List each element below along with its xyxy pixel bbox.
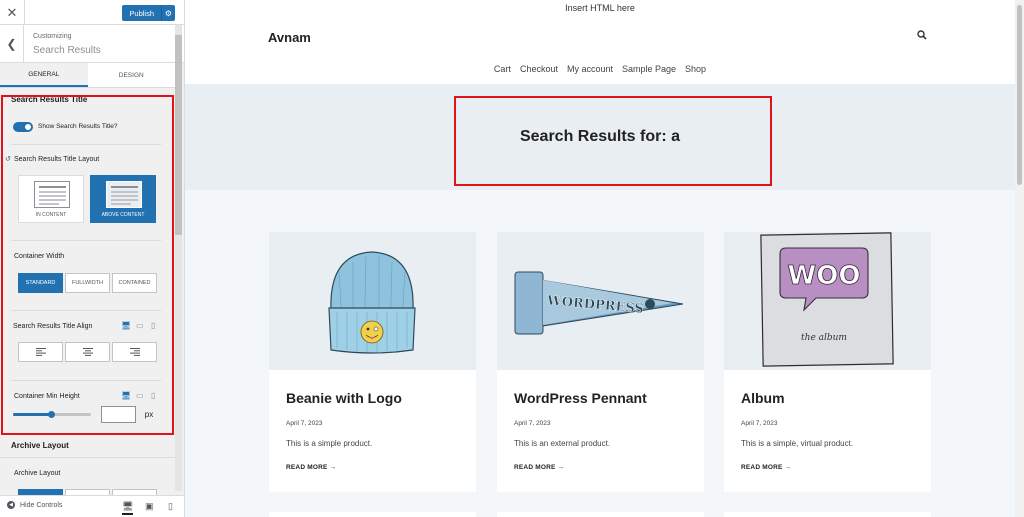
product-card	[497, 512, 704, 517]
hide-controls-label: Hide Controls	[20, 501, 63, 509]
highlight-box	[454, 96, 772, 186]
product-image[interactable]	[269, 232, 476, 370]
sidebar-scroll-thumb[interactable]	[175, 35, 182, 235]
product-excerpt: This is a simple product.	[286, 439, 373, 448]
album-caption: the album	[801, 333, 847, 343]
publish-group: Publish ⚙	[122, 5, 175, 21]
read-more-link[interactable]: READ MORE →	[286, 464, 336, 471]
product-date: April 7, 2023	[514, 420, 551, 427]
divider	[0, 457, 175, 458]
read-more-link[interactable]: READ MORE →	[514, 464, 564, 471]
nav-item-my-account[interactable]: My account	[567, 64, 613, 74]
header-html-block: Insert HTML here	[565, 3, 635, 13]
tab-general[interactable]: General	[0, 63, 88, 87]
highlight-box	[1, 95, 174, 435]
preview-mobile-icon[interactable]: ▯	[168, 501, 173, 512]
site-preview: Insert HTML here Avnam Cart Checkout My …	[185, 0, 1024, 517]
nav-item-checkout[interactable]: Checkout	[520, 64, 558, 74]
product-card	[724, 512, 931, 517]
read-more-link[interactable]: READ MORE →	[741, 464, 791, 471]
site-title[interactable]: Avnam	[268, 30, 311, 45]
chevron-left-icon: ❮	[6, 37, 17, 51]
preview-tablet-icon[interactable]: ▣	[145, 501, 154, 512]
primary-nav: Cart Checkout My account Sample Page Sho…	[185, 64, 1015, 74]
gear-icon: ⚙	[164, 8, 173, 18]
panel-tabs: General Design	[0, 63, 175, 88]
product-title[interactable]: Album	[741, 390, 785, 406]
preview-scrollbar[interactable]	[1015, 0, 1024, 517]
preview-scroll-thumb[interactable]	[1017, 5, 1022, 185]
archive-layout-label: Archive Layout	[14, 470, 61, 477]
customizing-label: Customizing	[33, 33, 72, 40]
archive-layout-heading: Archive Layout	[11, 441, 69, 450]
collapse-arrow-icon: ◀	[7, 501, 15, 509]
nav-item-cart[interactable]: Cart	[494, 64, 511, 74]
section-header: ❮ Customizing Search Results	[0, 25, 184, 63]
customizer-sidebar: ✕ Publish ⚙ ❮ Customizing Search Results…	[0, 0, 185, 517]
product-card: Beanie with Logo April 7, 2023 This is a…	[269, 232, 476, 492]
beanie-image	[328, 251, 416, 354]
product-excerpt: This is an external product.	[514, 439, 611, 448]
product-date: April 7, 2023	[741, 420, 778, 427]
tab-design[interactable]: Design	[88, 63, 176, 87]
product-date: April 7, 2023	[286, 420, 323, 427]
nav-item-sample-page[interactable]: Sample Page	[622, 64, 676, 74]
product-card: WORDPRESS WordPress Pennant April 7, 202…	[497, 232, 704, 492]
nav-item-shop[interactable]: Shop	[685, 64, 706, 74]
album-image: WOO the album	[760, 232, 894, 367]
product-card: WOO the album Album April 7, 2023 This i…	[724, 232, 931, 492]
album-logo-text: WOO	[788, 261, 861, 291]
product-image[interactable]: WORDPRESS	[497, 232, 704, 370]
close-customizer-button[interactable]: ✕	[0, 0, 25, 25]
pennant-image: WORDPRESS	[514, 271, 684, 335]
back-button[interactable]: ❮	[0, 25, 24, 63]
product-excerpt: This is a simple, virtual product.	[741, 439, 854, 448]
product-card	[269, 512, 476, 517]
publish-button[interactable]: Publish	[122, 5, 161, 21]
customizer-topbar: ✕ Publish ⚙	[0, 0, 184, 25]
product-title[interactable]: Beanie with Logo	[286, 390, 402, 406]
section-title: Search Results	[33, 45, 101, 56]
customizer-footer: ◀ Hide Controls 🖥 ▣ ▯	[0, 495, 184, 517]
search-icon[interactable]	[917, 30, 927, 40]
sidebar-scrollbar[interactable]	[175, 25, 182, 491]
site-header: Insert HTML here Avnam Cart Checkout My …	[185, 0, 1015, 84]
product-title[interactable]: WordPress Pennant	[514, 390, 647, 406]
hide-controls-button[interactable]: ◀ Hide Controls	[7, 501, 62, 509]
search-title-band: Search Results for: a	[185, 84, 1015, 190]
close-icon: ✕	[6, 4, 18, 20]
product-image[interactable]: WOO the album	[724, 232, 931, 370]
preview-desktop-icon[interactable]: 🖥	[122, 501, 134, 515]
publish-settings-button[interactable]: ⚙	[161, 5, 175, 21]
